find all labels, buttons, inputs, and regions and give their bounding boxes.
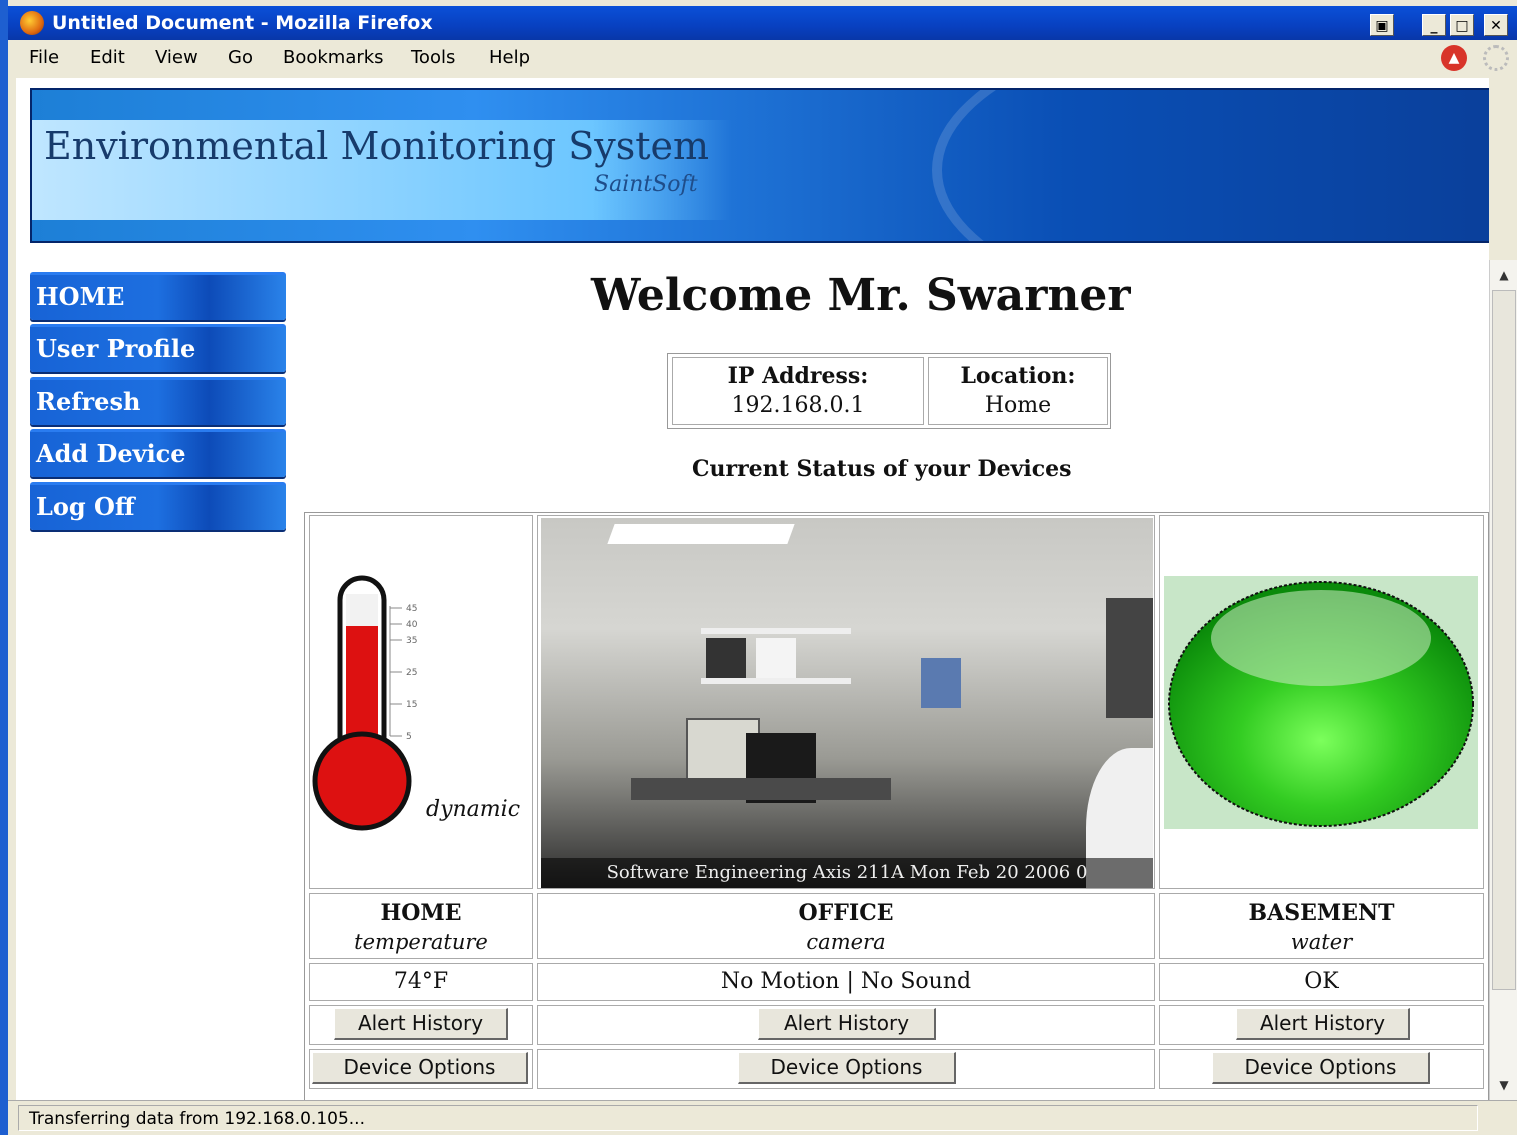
green-status-icon [1168,581,1474,827]
menu-go[interactable]: Go [228,47,253,68]
window-title: Untitled Document - Mozilla Firefox [52,12,433,34]
camera-feed: Software Engineering Axis 211A Mon Feb 2… [541,518,1153,888]
minimize-button[interactable]: _ [1422,14,1446,36]
nav-home[interactable]: HOME [30,272,286,320]
header-banner: Environmental Monitoring System SaintSof… [30,88,1489,243]
restore-down-icon[interactable]: ▣ [1370,14,1394,36]
page-title: Welcome Mr. Swarner [591,270,1131,321]
location-cell: OFFICE camera [537,893,1155,959]
alert-history-button[interactable]: Alert History [1236,1008,1410,1040]
ip-value: 192.168.0.1 [731,393,865,418]
location-cell: BASEMENT water [1159,893,1484,959]
device-location: HOME [380,900,462,926]
thermometer-caption: dynamic [426,797,520,822]
app-title: Environmental Monitoring System [44,124,710,168]
ip-label: IP Address: [727,363,869,389]
tick-label: 15 [406,700,417,710]
device-options-button[interactable]: Device Options [1212,1052,1430,1084]
status-bar: Transferring data from 192.168.0.105... [8,1100,1517,1135]
device-options-button[interactable]: Device Options [312,1052,528,1084]
tick-label: 25 [406,668,417,678]
nav-log-off[interactable]: Log Off [30,482,286,530]
alert-cell: Alert History [1159,1005,1484,1045]
browser-window: Untitled Document - Mozilla Firefox ▣ _ … [8,0,1517,1135]
menu-view[interactable]: View [155,47,198,68]
stop-icon[interactable]: ▲ [1441,45,1467,71]
tick-label: 45 [406,604,417,614]
water-cell [1159,515,1484,889]
alert-cell: Alert History [537,1005,1155,1045]
alert-cell: Alert History [309,1005,533,1045]
device-type: water [1290,930,1353,954]
device-reading: OK [1159,963,1484,1001]
firefox-icon [20,11,44,35]
thermometer-cell: 45 40 35 25 15 5 dynamic [309,515,533,889]
menu-file[interactable]: File [29,47,59,68]
maximize-button[interactable]: □ [1450,14,1474,36]
thermometer-icon: 45 40 35 25 15 5 dynamic [312,575,520,831]
water-status-bg [1164,576,1478,829]
alert-history-button[interactable]: Alert History [334,1008,508,1040]
nav-add-device[interactable]: Add Device [30,429,286,477]
options-cell: Device Options [309,1049,533,1089]
options-cell: Device Options [1159,1049,1484,1089]
location-label: Location: [960,363,1076,389]
close-button[interactable]: ✕ [1484,14,1508,36]
nav-refresh[interactable]: Refresh [30,377,286,425]
scroll-down-icon[interactable]: ▼ [1492,1072,1516,1098]
brand-name: SaintSoft [594,172,698,197]
location-value: Home [984,393,1052,418]
camera-caption: Software Engineering Axis 211A Mon Feb 2… [541,858,1153,888]
device-type: camera [806,930,886,954]
device-reading: 74°F [309,963,533,1001]
device-options-button[interactable]: Device Options [738,1052,956,1084]
device-reading: No Motion | No Sound [537,963,1155,1001]
alert-history-button[interactable]: Alert History [758,1008,936,1040]
menu-help[interactable]: Help [489,47,530,68]
info-table: IP Address: 192.168.0.1 Location: Home [667,353,1111,429]
menu-bookmarks[interactable]: Bookmarks [283,47,384,68]
options-cell: Device Options [537,1049,1155,1089]
ip-cell: IP Address: 192.168.0.1 [672,357,924,425]
status-heading: Current Status of your Devices [692,456,1072,482]
scroll-up-icon[interactable]: ▲ [1492,262,1516,288]
tick-label: 5 [406,732,412,742]
throbber-icon [1483,45,1509,71]
device-location: OFFICE [798,900,894,926]
camera-cell: Software Engineering Axis 211A Mon Feb 2… [537,515,1155,889]
menu-bar: File Edit View Go Bookmarks Tools Help ▲ [8,40,1517,74]
page-content: Environmental Monitoring System SaintSof… [16,78,1489,1100]
location-cell: HOME temperature [309,893,533,959]
tick-label: 35 [406,636,417,646]
device-location: BASEMENT [1248,900,1395,926]
tick-label: 40 [406,620,418,630]
nav-user-profile[interactable]: User Profile [30,324,286,372]
menu-edit[interactable]: Edit [90,47,125,68]
status-text: Transferring data from 192.168.0.105... [18,1105,1478,1131]
devices-table: 45 40 35 25 15 5 dynamic Software Engine… [304,512,1489,1100]
scrollbar-thumb[interactable] [1492,290,1516,990]
title-bar: Untitled Document - Mozilla Firefox ▣ _ … [8,6,1517,40]
menu-tools[interactable]: Tools [411,47,455,68]
vertical-scrollbar[interactable]: ▲ ▼ [1489,260,1517,1100]
device-type: temperature [354,930,488,954]
location-cell: Location: Home [928,357,1108,425]
